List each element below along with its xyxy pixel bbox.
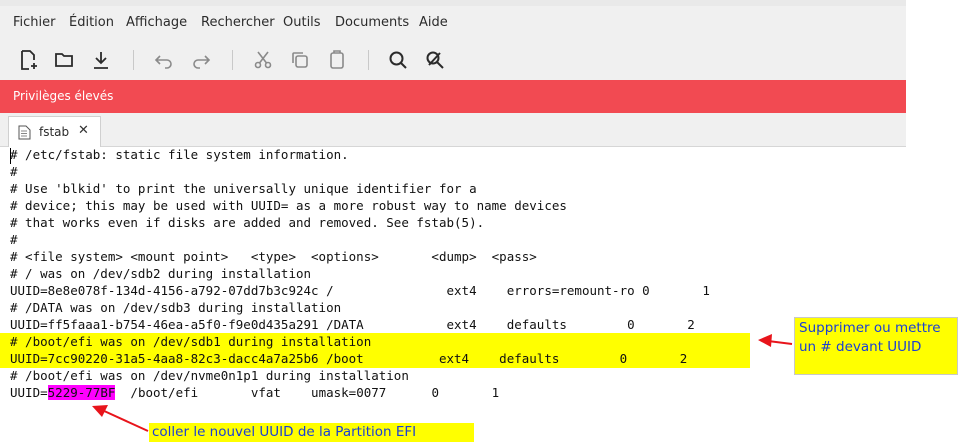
- code-line: UUID=ff5faaa1-b754-46ea-a5f0-f9e0d435a29…: [10, 317, 695, 332]
- elevated-privileges-bar: Privilèges élevés: [0, 80, 906, 113]
- redo-icon[interactable]: [189, 48, 213, 72]
- close-icon[interactable]: ✕: [78, 123, 89, 138]
- code-line: # / was on /dev/sdb2 during installation: [10, 266, 312, 281]
- menu-fichier[interactable]: Fichier: [13, 14, 56, 32]
- menubar: Fichier Édition Affichage Rechercher Out…: [0, 6, 906, 40]
- uuid-prefix: UUID=: [10, 385, 48, 400]
- menu-outils[interactable]: Outils: [283, 14, 321, 32]
- menu-documents[interactable]: Documents: [335, 14, 409, 32]
- code-line: # /etc/fstab: static file system informa…: [10, 147, 349, 162]
- text-editor-window: Fichier Édition Affichage Rechercher Out…: [0, 0, 906, 442]
- code-line: # /boot/efi was on /dev/sdb1 during inst…: [10, 334, 372, 349]
- toolbar-separator: [133, 50, 134, 70]
- copy-icon[interactable]: [288, 48, 312, 72]
- elevated-privileges-label: Privilèges élevés: [13, 89, 114, 103]
- menu-aide[interactable]: Aide: [419, 14, 448, 32]
- note-paste-efi-uuid: coller le nouvel UUID de la Partition EF…: [149, 423, 474, 442]
- toolbar: [0, 40, 906, 80]
- toolbar-separator: [368, 50, 369, 70]
- menu-affichage[interactable]: Affichage: [126, 14, 187, 32]
- code-line: #: [10, 164, 18, 179]
- tab-fstab[interactable]: fstab ✕: [8, 116, 101, 147]
- undo-icon[interactable]: [152, 48, 176, 72]
- note-remove-uuid: Supprimer ou mettre un # devant UUID: [794, 317, 958, 375]
- code-line: UUID=7cc90220-31a5-4aa8-82c3-dacc4a7a25b…: [10, 351, 688, 366]
- code-line: UUID=8e8e078f-134d-4156-a792-07dd7b3c924…: [10, 283, 710, 298]
- cut-icon[interactable]: [251, 48, 275, 72]
- open-folder-icon[interactable]: [53, 48, 77, 72]
- text-cursor: [10, 148, 11, 164]
- efi-uuid-highlight: 5229-77BF: [47, 385, 116, 400]
- save-download-icon[interactable]: [89, 48, 113, 72]
- tab-label: fstab: [39, 125, 70, 139]
- paste-icon[interactable]: [325, 48, 349, 72]
- replace-icon[interactable]: [423, 48, 447, 72]
- code-line: # that works even if disks are added and…: [10, 215, 485, 230]
- code-line: # device; this may be used with UUID= as…: [10, 198, 567, 213]
- code-line: # Use 'blkid' to print the universally u…: [10, 181, 477, 196]
- code-line-efi-uuid: UUID=5229-77BF /boot/efi vfat umask=0077…: [10, 384, 499, 401]
- document-icon: [18, 125, 31, 140]
- code-line: #: [10, 232, 18, 247]
- menu-rechercher[interactable]: Rechercher: [201, 14, 275, 32]
- search-icon[interactable]: [386, 48, 410, 72]
- code-line: # /DATA was on /dev/sdb3 during installa…: [10, 300, 342, 315]
- toolbar-separator: [232, 50, 233, 70]
- new-document-icon[interactable]: [16, 48, 40, 72]
- menu-edition[interactable]: Édition: [69, 14, 114, 32]
- tab-bar: fstab ✕: [0, 113, 906, 147]
- code-line: # /boot/efi was on /dev/nvme0n1p1 during…: [10, 368, 409, 383]
- uuid-rest: /boot/efi vfat umask=0077 0 1: [115, 385, 500, 400]
- code-line: # <file system> <mount point> <type> <op…: [10, 249, 537, 264]
